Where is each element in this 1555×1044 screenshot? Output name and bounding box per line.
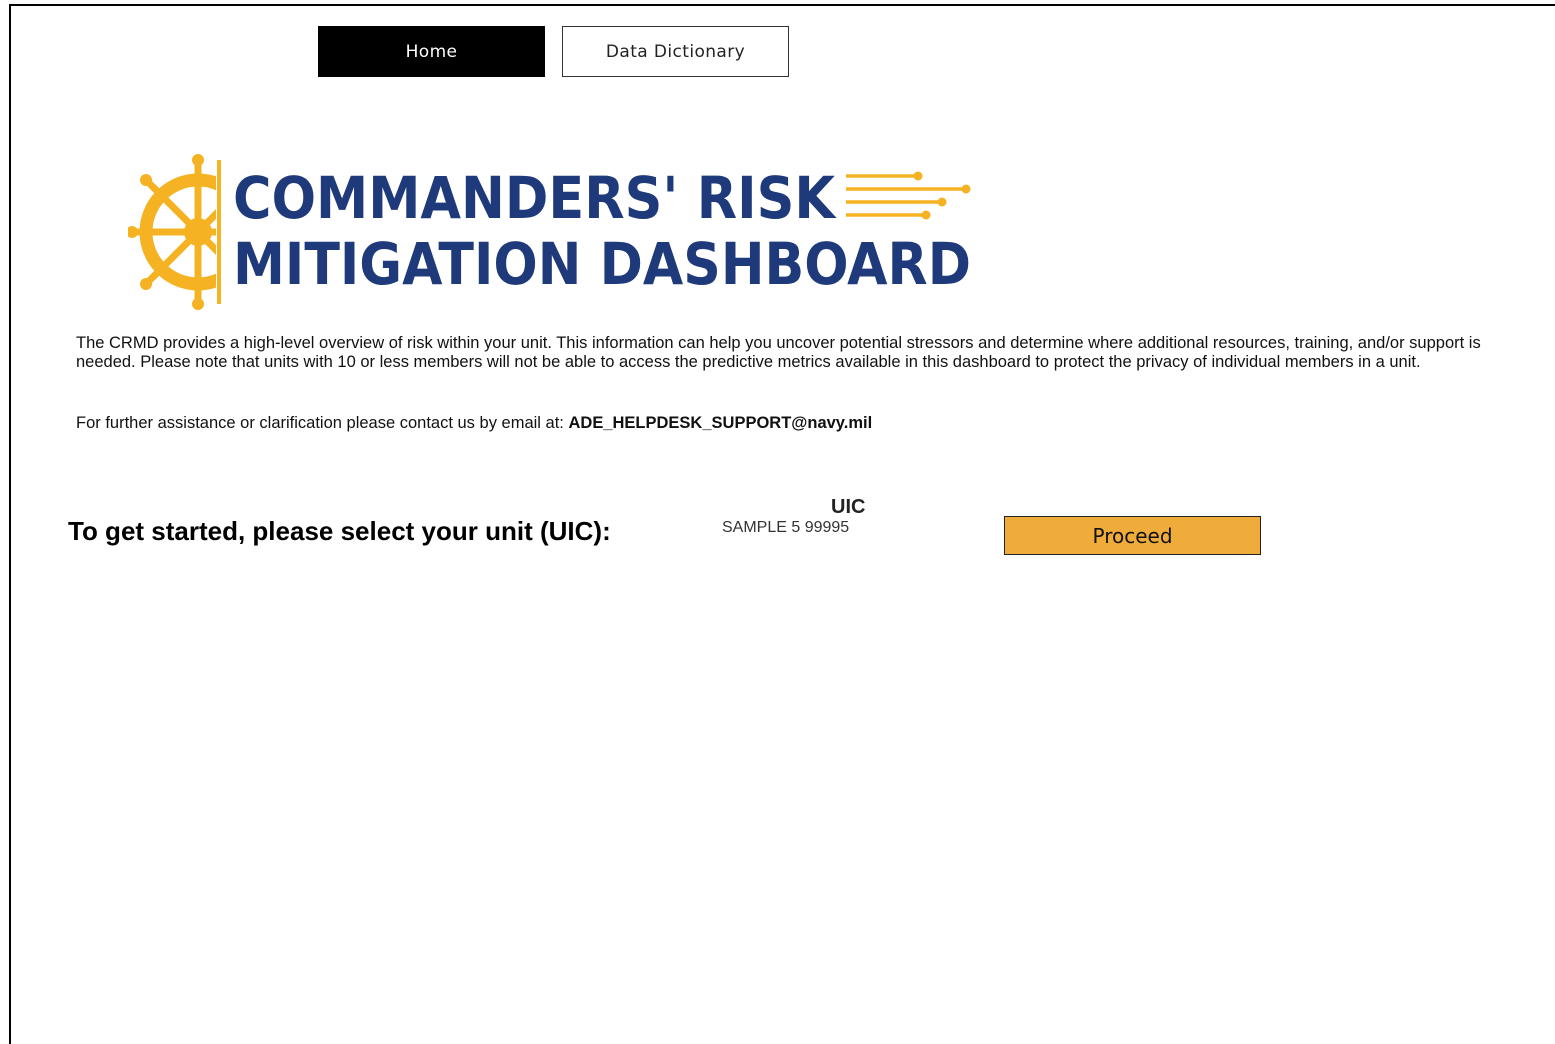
contact-text: For further assistance or clarification … — [76, 414, 564, 432]
uic-selector[interactable]: SAMPLE 5 99995 — [722, 519, 849, 537]
home-button[interactable]: Home — [318, 26, 545, 77]
proceed-button[interactable]: Proceed — [1004, 516, 1261, 555]
crmd-logo: COMMANDERS' RISK MITIGATION DASHBOARD — [128, 154, 978, 310]
uic-label: UIC — [831, 496, 866, 518]
intro-paragraph: The CRMD provides a high-level overview … — [76, 334, 1481, 371]
unit-select-prompt: To get started, please select your unit … — [68, 516, 611, 546]
support-email[interactable]: ADE_HELPDESK_SUPPORT@navy.mil — [568, 414, 872, 432]
logo-title-line1: COMMANDERS' RISK — [233, 164, 837, 232]
logo-title-line2: MITIGATION DASHBOARD — [233, 230, 971, 298]
data-dictionary-button[interactable]: Data Dictionary — [562, 26, 789, 77]
contact-line: For further assistance or clarification … — [76, 414, 872, 433]
